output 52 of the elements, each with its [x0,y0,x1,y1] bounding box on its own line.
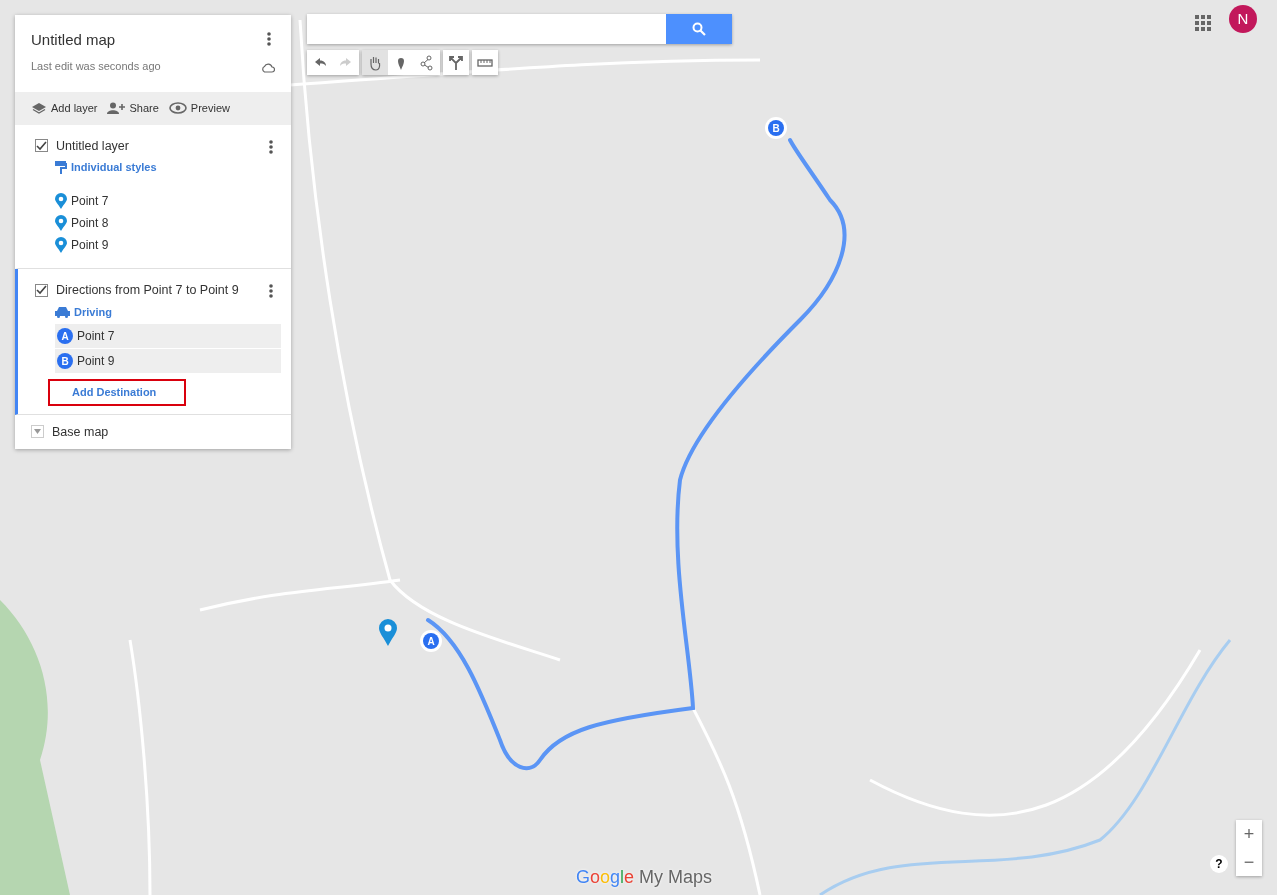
map-tool-button[interactable] [472,50,498,75]
eye-icon [168,102,187,115]
fork-arrow-icon [448,54,464,71]
expand-toggle[interactable] [31,425,44,439]
add-destination-link[interactable]: Add Destination [50,381,185,404]
style-link[interactable]: Individual styles [71,159,157,176]
map-pin-icon [55,214,67,231]
map-pin-icon [55,236,67,253]
search-button[interactable] [666,14,732,44]
toolbar-button[interactable]: Preview [168,100,230,117]
map-title: Untitled map [31,30,117,50]
layer-title: Directions from Point 7 to Point 9 [56,281,240,299]
search-field[interactable] [307,14,666,44]
zoom-button[interactable]: − [1236,848,1262,876]
toolbar-button[interactable]: Add layer [31,100,98,117]
route-stop[interactable]: A Point 7 [55,324,281,348]
point-label[interactable]: Point 9 [71,235,109,254]
map-pin-icon [55,192,67,209]
app-logo: Google My Maps [576,866,713,889]
layer-title: Untitled layer [56,137,130,155]
point-label[interactable]: Point 8 [71,213,109,232]
layer-checkbox[interactable] [35,283,48,297]
last-edit-text: Last edit was seconds ago [31,58,161,74]
more-options-icon [269,139,273,154]
toolbar-button[interactable]: Share [107,100,159,117]
map-tool-button[interactable] [362,50,388,75]
map-tool-button[interactable] [414,50,440,75]
more-options-icon [267,31,271,46]
travel-mode-link[interactable]: Driving [74,303,112,320]
paint-roller-icon [55,161,67,174]
hand-icon [367,54,383,71]
car-icon [55,305,70,318]
cloud-icon [261,63,275,73]
layer-checkbox[interactable] [35,139,48,153]
add-person-icon [107,102,126,115]
line-icon [419,54,435,71]
route-marker[interactable]: B [765,117,787,139]
point-label[interactable]: Point 7 [71,191,109,210]
route-marker-icon: A [57,328,73,344]
route-marker-icon: B [57,353,73,369]
layers-icon [31,102,47,115]
search-icon [692,22,706,36]
map-tool-button[interactable] [443,50,469,75]
caret-icon [34,429,41,435]
base-map-label[interactable]: Base map [52,422,109,442]
map-tool-button[interactable] [307,50,333,75]
map-tool-button[interactable] [388,50,414,75]
zoom-button[interactable]: + [1236,820,1262,848]
map-pin-icon[interactable] [379,619,397,646]
more-options-icon [269,283,273,298]
route-marker[interactable]: A [420,630,442,652]
route-stop[interactable]: B Point 9 [55,349,281,373]
